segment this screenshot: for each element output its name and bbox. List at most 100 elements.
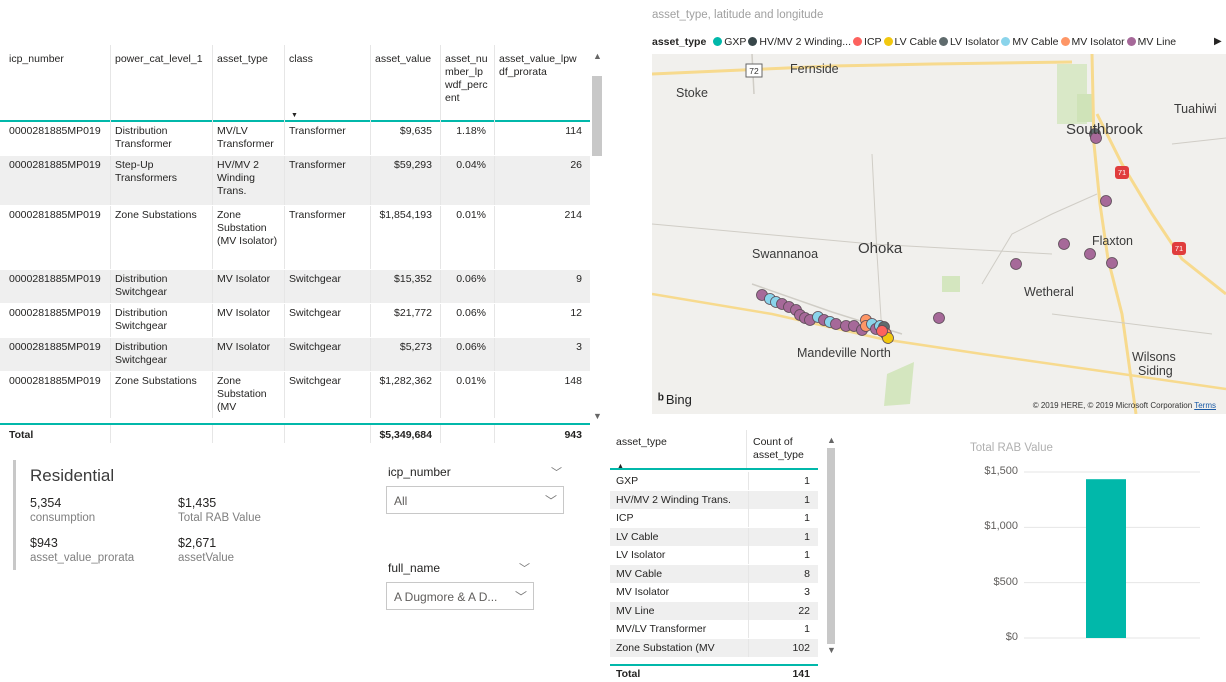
map-marker[interactable]: [1058, 238, 1070, 250]
cell-asset-value: $59,293: [370, 156, 440, 205]
cell-asset-type: Zone Substation (MV: [212, 372, 284, 418]
asset-map[interactable]: 72 71 71 Fernside Stoke Tuahiwi Southbro…: [652, 54, 1226, 414]
count-table-scrollbar[interactable]: ▲ ▼: [824, 434, 838, 656]
col-header-asset-type[interactable]: asset_type ▲: [610, 430, 746, 470]
table-row[interactable]: 0000281885MP019 Step-Up Transformers HV/MV…: [0, 156, 590, 206]
col-header-asset-type[interactable]: asset_type: [212, 45, 284, 122]
table-row[interactable]: 0000281885MP019 Distribution Switchgear MV…: [0, 304, 590, 338]
table-row[interactable]: ICP 1: [610, 509, 818, 527]
map-marker[interactable]: [830, 318, 842, 330]
col-header-count[interactable]: Count of asset_type: [746, 430, 818, 468]
table-row[interactable]: HV/MV 2 Winding Trans. 1: [610, 490, 818, 509]
legend-label: GXP: [724, 36, 747, 48]
legend-dot-icon: [748, 37, 758, 46]
cell-asset-type: MV Isolator: [212, 338, 284, 371]
map-field: [1077, 94, 1093, 122]
table-row[interactable]: 0000281885MP019 Distribution Switchgear MV…: [0, 270, 590, 304]
map-terms-link[interactable]: Terms: [1194, 401, 1216, 410]
map-marker[interactable]: [1106, 257, 1118, 269]
cell-class: Switchgear: [284, 270, 370, 303]
col-header-prorata[interactable]: asset_value_lpw df_prorata: [494, 45, 590, 122]
table-row[interactable]: 0000281885MP019 Zone Substations Zone Subs…: [0, 372, 590, 418]
table-row[interactable]: MV Cable 8: [610, 564, 818, 583]
chevron-down-icon[interactable]: ﹀: [551, 464, 562, 480]
legend-dot-icon: [713, 37, 723, 46]
cell-power-cat: Distribution Switchgear: [110, 304, 212, 337]
table-row[interactable]: MV/LV Transformer 1: [610, 620, 818, 638]
cell-asset-type: LV Isolator: [616, 549, 666, 561]
legend-label: ICP: [864, 36, 882, 48]
bing-logo-text: Bing: [665, 392, 692, 407]
cell-power-cat: Step-Up Transformers: [110, 156, 212, 205]
col-header-asset-value[interactable]: asset_value: [370, 45, 440, 122]
cell-percent: 0.01%: [440, 372, 494, 418]
legend-item[interactable]: MV Isolator: [1060, 36, 1125, 48]
asset-count-table: asset_type ▲ Count of asset_type GXP 1 HV/…: [610, 430, 840, 682]
scroll-thumb[interactable]: [592, 76, 602, 156]
sort-desc-icon: ▼: [291, 112, 298, 119]
legend-item[interactable]: LV Cable: [883, 36, 937, 48]
map-label-ohoka: Ohoka: [858, 240, 903, 257]
total-asset-value: $5,349,684: [370, 425, 440, 443]
table-row[interactable]: GXP 1: [610, 472, 818, 490]
map-label-southbrook: Southbrook: [1066, 121, 1143, 138]
icp-slicer-dropdown[interactable]: All ﹀: [386, 486, 564, 514]
cell-prorata: 114: [494, 122, 590, 155]
asset-table-scrollbar[interactable]: ▲ ▼: [590, 50, 605, 422]
cell-asset-type: MV Isolator: [616, 586, 670, 598]
bar[interactable]: [1086, 479, 1126, 638]
cell-icp-number: 0000281885MP019: [9, 341, 101, 353]
col-header-asset-number-percent[interactable]: asset_nu mber_lp wdf_perc ent: [440, 45, 494, 122]
legend-item[interactable]: MV Cable: [1001, 36, 1059, 48]
legend-label: LV Cable: [894, 36, 937, 48]
scroll-up-icon[interactable]: ▲: [824, 434, 839, 446]
name-slicer-dropdown[interactable]: A Dugmore & A D... ﹀: [386, 582, 534, 610]
legend-item[interactable]: HV/MV 2 Winding...: [748, 36, 851, 48]
cell-prorata: 3: [494, 338, 590, 371]
legend-item[interactable]: LV Isolator: [938, 36, 999, 48]
legend-item[interactable]: ICP: [853, 36, 882, 48]
cell-asset-type: HV/MV 2 Winding Trans.: [212, 156, 284, 205]
map-marker[interactable]: [1010, 258, 1022, 270]
map-copyright-text: © 2019 HERE, © 2019 Microsoft Corporatio…: [1032, 401, 1193, 410]
y-tick-label: $500: [993, 575, 1018, 588]
scroll-thumb[interactable]: [827, 448, 835, 644]
cell-class: Switchgear: [284, 304, 370, 337]
cell-count: 8: [748, 564, 812, 583]
scroll-up-icon[interactable]: ▲: [590, 50, 605, 62]
map-marker[interactable]: [1100, 195, 1112, 207]
table-row[interactable]: 0000281885MP019 Distribution Transformer M…: [0, 122, 590, 156]
col-header-power-cat[interactable]: power_cat_level_1: [110, 45, 212, 122]
table-row[interactable]: MV Line 22: [610, 601, 818, 620]
map-marker[interactable]: [1084, 248, 1096, 260]
map-label-siding: Siding: [1138, 364, 1173, 378]
chevron-down-icon[interactable]: ﹀: [519, 560, 530, 576]
col-header-icp-number[interactable]: icp_number: [0, 45, 110, 122]
scroll-down-icon[interactable]: ▼: [824, 644, 839, 656]
legend-item[interactable]: MV Line: [1126, 36, 1176, 48]
map-marker[interactable]: [876, 325, 888, 337]
cell-class: Switchgear: [284, 372, 370, 418]
map-marker[interactable]: [933, 312, 945, 324]
legend-item[interactable]: GXP: [713, 36, 746, 48]
map-road: [1171, 137, 1226, 145]
map-markers[interactable]: [756, 128, 1118, 344]
table-row[interactable]: MV Isolator 3: [610, 583, 818, 601]
map-label-flaxton: Flaxton: [1092, 234, 1133, 248]
table-row[interactable]: 0000281885MP019 Zone Substations Zone Subs…: [0, 206, 590, 270]
table-row[interactable]: LV Isolator 1: [610, 546, 818, 564]
table-row[interactable]: Zone Substation (MV 102: [610, 638, 818, 657]
residential-kpi-card: Residential 5,354 consumption $1,435 Tot…: [13, 460, 343, 570]
table-row[interactable]: 0000281885MP019 Distribution Switchgear MV…: [0, 338, 590, 372]
scroll-down-icon[interactable]: ▼: [590, 410, 605, 422]
col-header-class[interactable]: class ▼: [284, 45, 370, 122]
cell-class: Transformer: [284, 206, 370, 269]
cell-count: 1: [748, 490, 812, 509]
cell-count: 102: [748, 638, 812, 657]
map-label-mandeville-north: Mandeville North: [797, 346, 891, 360]
rab-bar-chart: $0 $500 $1,000 $1,500: [960, 460, 1220, 660]
cell-asset-type: MV/LV Transformer: [616, 623, 707, 635]
table-row[interactable]: LV Cable 1: [610, 527, 818, 546]
bar-chart-svg: [1024, 471, 1200, 639]
legend-next-icon[interactable]: ▶: [1214, 36, 1222, 47]
